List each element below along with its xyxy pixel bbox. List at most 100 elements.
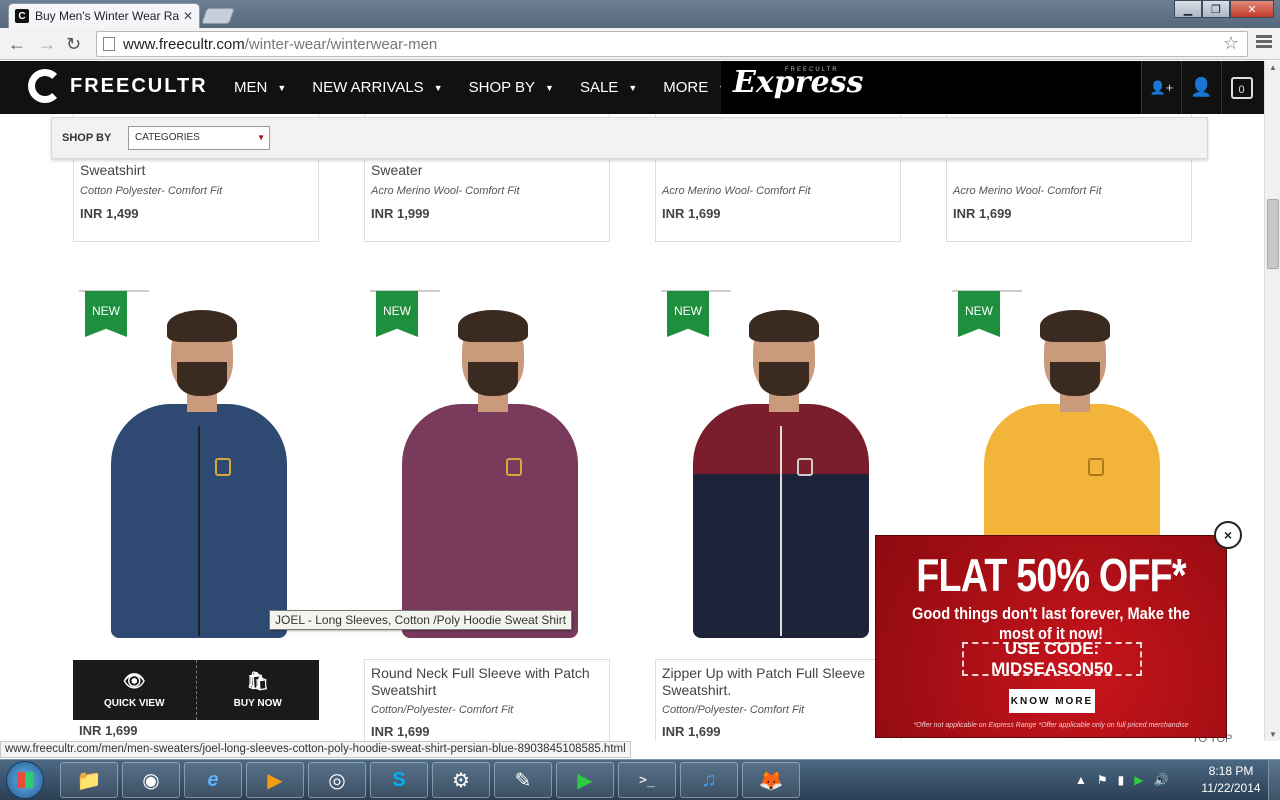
network-icon[interactable]: ▮ bbox=[1118, 773, 1125, 787]
quick-view-button[interactable]: 👁 QUICK VIEW bbox=[73, 660, 197, 720]
product-card[interactable]: NEW 👁 QUICK VIEW 🛍 BUY NOW INR 1,699 bbox=[73, 286, 319, 741]
new-badge: NEW bbox=[667, 291, 709, 337]
show-desktop-button[interactable] bbox=[1268, 760, 1280, 800]
filter-label: SHOP BY bbox=[62, 132, 112, 144]
brand-emblem bbox=[797, 458, 813, 476]
product-material: Acro Merino Wool- Comfort Fit bbox=[662, 185, 811, 197]
link-status-bar: www.freecultr.com/men/men-sweaters/joel-… bbox=[0, 741, 631, 758]
new-badge: NEW bbox=[85, 291, 127, 337]
scroll-up-icon[interactable]: ▲ bbox=[1269, 63, 1277, 72]
product-image[interactable]: NEW bbox=[364, 286, 610, 638]
model-figure bbox=[111, 310, 287, 638]
tab-title: Buy Men's Winter Wear Ra bbox=[35, 9, 179, 23]
windows-logo-icon bbox=[17, 772, 33, 788]
eclipse-icon[interactable]: ◉ bbox=[122, 762, 180, 798]
shopping-bag-icon: 🛍 bbox=[246, 671, 270, 691]
model-figure bbox=[402, 310, 578, 638]
buy-now-button[interactable]: 🛍 BUY NOW bbox=[197, 660, 320, 720]
itunes-icon[interactable]: ♫ bbox=[680, 762, 738, 798]
product-action-bar: 👁 QUICK VIEW 🛍 BUY NOW bbox=[73, 660, 319, 720]
address-bar[interactable]: www.freecultr.com/winter-wear/winterwear… bbox=[96, 31, 1248, 57]
nav-sale[interactable]: SALE ▼ bbox=[580, 61, 637, 114]
product-material: Acro Merino Wool- Comfort Fit bbox=[371, 185, 520, 197]
scroll-thumb[interactable] bbox=[1267, 199, 1279, 269]
firefox-icon[interactable]: 🦊 bbox=[742, 762, 800, 798]
scroll-down-icon[interactable]: ▼ bbox=[1269, 730, 1277, 739]
nav-new-arrivals[interactable]: NEW ARRIVALS ▼ bbox=[312, 61, 442, 114]
clock[interactable]: 8:18 PM 11/22/2014 bbox=[1196, 763, 1266, 797]
site-header: FREECULTR MEN ▼ NEW ARRIVALS ▼ SHOP BY ▼ SA… bbox=[0, 61, 1264, 114]
buy-now-label: BUY NOW bbox=[233, 698, 282, 709]
start-button[interactable] bbox=[6, 761, 44, 799]
freecultr-logo-icon bbox=[28, 69, 62, 103]
quick-view-label: QUICK VIEW bbox=[103, 698, 165, 709]
notepad-icon[interactable]: ✎ bbox=[494, 762, 552, 798]
hair bbox=[458, 310, 528, 342]
product-image[interactable]: NEW bbox=[655, 286, 901, 638]
product-title[interactable]: Zipper Up with Patch Full Sleeve Sweatsh… bbox=[662, 665, 902, 699]
express-banner[interactable]: FREECULTR Express bbox=[721, 61, 1141, 114]
cmd-icon[interactable]: >_ bbox=[618, 762, 676, 798]
chrome-menu-icon[interactable] bbox=[1256, 35, 1272, 50]
volume-icon[interactable]: 🔊 bbox=[1154, 773, 1169, 787]
hair bbox=[1040, 310, 1110, 342]
tab-close-icon[interactable]: ✕ bbox=[183, 9, 193, 23]
page-icon bbox=[103, 37, 115, 51]
browser-tab[interactable]: C Buy Men's Winter Wear Ra ✕ bbox=[8, 3, 200, 28]
eye-icon: 👁 bbox=[122, 671, 146, 691]
product-title[interactable]: Sweater bbox=[371, 162, 422, 178]
nav-shop-by[interactable]: SHOP BY ▼ bbox=[469, 61, 554, 114]
know-more-button[interactable]: KNOW MORE bbox=[1009, 689, 1095, 713]
green-arrow-icon[interactable]: ▶ bbox=[1134, 773, 1143, 787]
back-button[interactable]: ← bbox=[8, 34, 26, 55]
close-window-button[interactable]: ✕ bbox=[1230, 0, 1274, 18]
close-popup-icon[interactable]: × bbox=[1214, 521, 1242, 549]
maximize-button[interactable]: ❐ bbox=[1202, 0, 1230, 18]
minimize-button[interactable]: ▁ bbox=[1174, 0, 1202, 18]
skype-icon[interactable]: S bbox=[370, 762, 428, 798]
site-logo[interactable]: FREECULTR bbox=[28, 69, 208, 103]
play-icon[interactable]: ▶ bbox=[556, 762, 614, 798]
product-title[interactable]: Round Neck Full Sleeve with Patch Sweats… bbox=[371, 665, 611, 699]
product-card[interactable]: NEW Round Neck Full Sleeve with Patch Sw… bbox=[364, 286, 610, 741]
ie-icon[interactable]: e bbox=[184, 762, 242, 798]
beard bbox=[177, 362, 227, 396]
page-scrollbar[interactable]: ▲ ▼ bbox=[1264, 61, 1280, 741]
forward-button[interactable]: → bbox=[38, 34, 56, 55]
promo-disclaimer: *Offer not applicable on Express Range *… bbox=[913, 722, 1189, 729]
clock-date: 11/22/2014 bbox=[1201, 781, 1261, 795]
tray-expand-icon[interactable]: ▲ bbox=[1075, 773, 1087, 787]
product-price: INR 1,699 bbox=[662, 724, 721, 739]
bookmark-star-icon[interactable]: ☆ bbox=[1223, 33, 1239, 54]
chevron-down-icon: ▼ bbox=[545, 82, 554, 93]
window-titlebar: C Buy Men's Winter Wear Ra ✕ ▁ ❐ ✕ bbox=[0, 0, 1280, 28]
brand-emblem bbox=[1088, 458, 1104, 476]
product-title[interactable]: Sweatshirt bbox=[80, 162, 145, 178]
new-badge: NEW bbox=[376, 291, 418, 337]
user-icon[interactable]: 👤 bbox=[1181, 61, 1221, 114]
hair bbox=[167, 310, 237, 342]
product-material: Cotton/Polyester- Comfort Fit bbox=[371, 704, 514, 716]
control-panel-icon[interactable]: ⚙ bbox=[432, 762, 490, 798]
product-image[interactable]: NEW bbox=[73, 286, 319, 638]
product-card[interactable]: NEW Zipper Up with Patch Full Sleeve Swe… bbox=[655, 286, 901, 741]
chrome-icon[interactable]: ◎ bbox=[308, 762, 366, 798]
media-player-icon[interactable]: ▶ bbox=[246, 762, 304, 798]
add-user-icon[interactable]: 👤+ bbox=[1141, 61, 1181, 114]
nav-more[interactable]: MORE▼ bbox=[663, 61, 727, 114]
sweatshirt bbox=[402, 404, 578, 638]
categories-select[interactable]: CATEGORIES ▼ bbox=[128, 126, 270, 150]
express-logo: Express bbox=[733, 65, 864, 100]
product-price: INR 1,699 bbox=[662, 206, 721, 221]
explorer-icon[interactable]: 📁 bbox=[60, 762, 118, 798]
select-value: CATEGORIES bbox=[135, 132, 200, 143]
new-tab-button[interactable] bbox=[201, 8, 235, 24]
shop-by-filter-bar: SHOP BY CATEGORIES ▼ bbox=[51, 117, 1208, 159]
reload-button[interactable]: ↻ bbox=[66, 34, 81, 55]
promo-code: USE CODE: MIDSEASON50 bbox=[962, 639, 1142, 678]
cart-icon[interactable]: 0 bbox=[1221, 61, 1261, 114]
action-center-icon[interactable]: ⚑ bbox=[1097, 773, 1108, 787]
freecultr-favicon-icon: C bbox=[15, 9, 29, 23]
nav-men[interactable]: MEN ▼ bbox=[234, 61, 286, 114]
product-info: Zipper Up with Patch Full Sleeve Sweatsh… bbox=[655, 659, 901, 741]
